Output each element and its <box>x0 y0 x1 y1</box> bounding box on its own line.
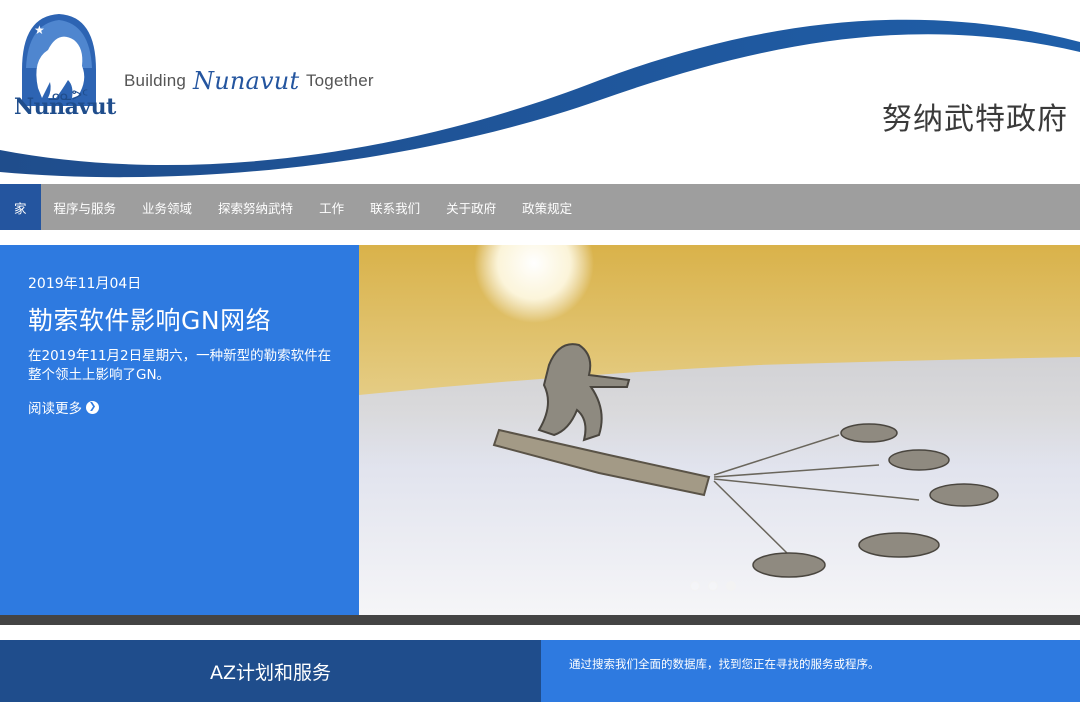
nav-item-explore-nunavut[interactable]: 探索努纳武特 <box>205 184 306 230</box>
az-label: AZ计划和服务 <box>209 661 331 684</box>
tagline: Building Nunavut Together <box>124 64 374 95</box>
news-description: 在2019年11月2日星期六，一种新型的勒索软件在整个领土上影响了GN。 <box>28 348 332 383</box>
nav-item-home[interactable]: 家 <box>0 184 41 230</box>
search-promo-text: 通过搜索我们全面的数据库，找到您正在寻找的服务或程序。 <box>569 657 880 671</box>
hero-bottom-bar <box>0 615 1080 625</box>
nav-item-policies[interactable]: 政策规定 <box>509 184 585 230</box>
site-header: ★ ᓄᓇᕗᑦ Nunavut Building Nunavut Together… <box>0 0 1080 184</box>
nav-item-contact[interactable]: 联系我们 <box>357 184 433 230</box>
az-programs-services-button[interactable]: AZ计划和服务 <box>0 640 541 702</box>
tagline-brand: Nunavut <box>193 67 300 95</box>
svg-text:★: ★ <box>34 23 45 37</box>
nav-item-business-areas[interactable]: 业务领域 <box>129 184 205 230</box>
hero-news-panel: 2019年11月04日 勒索软件影响GN网络 在2019年11月2日星期六，一种… <box>0 245 359 615</box>
carousel-dot-3[interactable] <box>726 581 736 591</box>
nav-item-jobs[interactable]: 工作 <box>306 184 357 230</box>
carousel-dot-2[interactable] <box>708 581 718 591</box>
chevron-right-circle-icon: ❯ <box>86 400 99 414</box>
nunavut-logo[interactable]: ★ ᓄᓇᕗᑦ Nunavut <box>12 10 116 128</box>
carousel-indicators <box>690 581 736 591</box>
news-title[interactable]: 勒索软件影响GN网络 <box>28 301 331 337</box>
news-date: 2019年11月04日 <box>28 276 142 292</box>
read-more-label: 阅读更多 <box>28 401 82 417</box>
logo-text: Nunavut <box>14 94 116 120</box>
nav-item-programs-services[interactable]: 程序与服务 <box>41 184 130 230</box>
carousel-dot-1[interactable] <box>690 581 700 591</box>
government-title: 努纳武特政府 <box>882 102 1068 137</box>
nav-item-about-government[interactable]: 关于政府 <box>433 184 509 230</box>
read-more-link[interactable]: 阅读更多 ❯ <box>28 397 99 417</box>
tagline-pre: Building <box>124 71 187 90</box>
search-promo: 通过搜索我们全面的数据库，找到您正在寻找的服务或程序。 <box>541 640 1080 702</box>
main-nav: 家 程序与服务 业务领域 探索努纳武特 工作 联系我们 关于政府 政策规定 <box>0 184 1080 230</box>
dog-sled-illustration <box>359 245 1080 615</box>
tagline-post: Together <box>305 71 374 90</box>
hero-carousel: 2019年11月04日 勒索软件影响GN网络 在2019年11月2日星期六，一种… <box>0 245 1080 615</box>
header-swoosh <box>0 19 1080 178</box>
